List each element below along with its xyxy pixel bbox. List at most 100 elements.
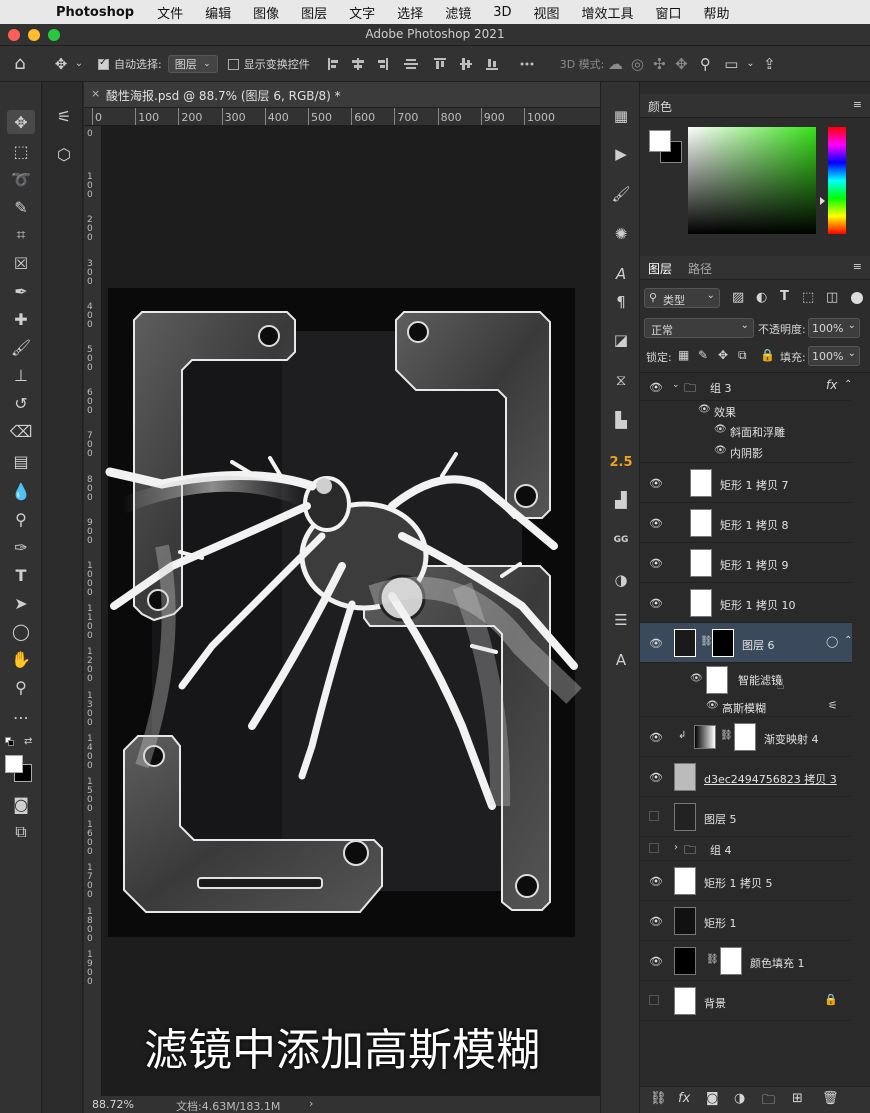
chevron-down-icon[interactable]: ⌄ bbox=[72, 58, 86, 69]
foreground-color-swatch[interactable] bbox=[5, 755, 23, 773]
visibility-eye-icon[interactable]: 👁 bbox=[649, 875, 663, 888]
visibility-off-box[interactable] bbox=[649, 843, 659, 853]
visibility-eye-icon[interactable]: 👁 bbox=[649, 597, 663, 610]
brush-tool-icon[interactable]: 🖌 bbox=[7, 335, 35, 359]
filter-blending-options-icon[interactable]: ⚟ bbox=[828, 699, 838, 712]
poster-artwork[interactable] bbox=[102, 126, 600, 1096]
gaussian-blur-row[interactable]: 👁 高斯模糊 ⚟ bbox=[640, 697, 852, 717]
3d-orbit-icon[interactable]: ☁ bbox=[604, 55, 626, 73]
panel-menu-icon[interactable]: ≡ bbox=[853, 98, 862, 111]
histogram-icon[interactable]: ▟ bbox=[609, 488, 633, 512]
visibility-eye-icon[interactable]: 👁 bbox=[714, 424, 728, 435]
foreground-swatch[interactable] bbox=[649, 130, 671, 152]
default-colors-icon[interactable] bbox=[5, 737, 15, 747]
eyedropper-tool-icon[interactable]: ✒ bbox=[7, 279, 35, 303]
lock-artboard-icon[interactable]: ⧉ bbox=[738, 348, 747, 363]
chevron-right-icon[interactable]: › bbox=[674, 842, 678, 853]
layer-filter-dropdown[interactable]: ⚲ 类型 ⌄ bbox=[644, 288, 720, 308]
3d-pan-icon[interactable]: ✣ bbox=[648, 55, 670, 73]
auto-select-checkbox[interactable] bbox=[98, 57, 114, 70]
add-style-icon[interactable]: fx bbox=[678, 1091, 690, 1106]
path-select-icon[interactable]: ➤ bbox=[7, 591, 35, 615]
link-layers-icon[interactable]: ⛓ bbox=[650, 1091, 667, 1106]
menu-help[interactable]: 帮助 bbox=[704, 3, 730, 22]
effects-row[interactable]: 👁 效果 bbox=[640, 401, 852, 421]
add-mask-icon[interactable]: ◙ bbox=[706, 1091, 719, 1106]
hand-tool-icon[interactable]: ✋ bbox=[7, 647, 35, 671]
menu-window[interactable]: 窗口 bbox=[656, 3, 682, 22]
layer-row[interactable]: 👁 矩形 1 拷贝 8 bbox=[640, 503, 852, 543]
layer-row[interactable]: 👁 d3ec2494756823 拷贝 3 bbox=[640, 757, 852, 797]
new-adjustment-icon[interactable]: ◑ bbox=[734, 1091, 745, 1106]
plugin-icon[interactable]: ▙ bbox=[609, 408, 633, 432]
move-tool-icon[interactable]: ✥ bbox=[7, 110, 35, 134]
filter-type-icon[interactable]: T bbox=[780, 289, 789, 304]
visibility-eye-icon[interactable]: 👁 bbox=[649, 517, 663, 530]
properties-sliders-icon[interactable]: ☰ bbox=[609, 608, 633, 632]
filter-adjustment-icon[interactable]: ◐ bbox=[756, 290, 767, 305]
pen-tool-icon[interactable]: ✑ bbox=[7, 535, 35, 559]
filter-toggle-icon[interactable] bbox=[851, 292, 863, 304]
home-icon[interactable]: ⌂ bbox=[0, 53, 40, 74]
lock-position-icon[interactable]: ✥ bbox=[718, 348, 728, 362]
close-tab-icon[interactable]: × bbox=[91, 87, 100, 100]
workspace-icon[interactable]: ▭ bbox=[718, 55, 744, 73]
lock-transparent-icon[interactable]: ▦ bbox=[678, 348, 689, 362]
libraries-icon[interactable]: ▦ bbox=[609, 104, 633, 128]
share-icon[interactable]: ⇪ bbox=[756, 55, 782, 73]
fx-badge[interactable]: fx bbox=[826, 378, 837, 392]
move-tool-icon[interactable]: ✥ bbox=[50, 55, 72, 73]
filter-shape-icon[interactable]: ⬚ bbox=[802, 290, 814, 305]
menu-filter[interactable]: 滤镜 bbox=[445, 3, 471, 22]
panel-menu-icon[interactable]: ≡ bbox=[853, 260, 862, 273]
layer-mask-thumbnail[interactable] bbox=[720, 947, 742, 975]
color-tab[interactable]: 颜色 bbox=[648, 98, 672, 115]
zoom-tool-icon[interactable]: ⚲ bbox=[7, 675, 35, 699]
search-icon[interactable]: ⚲ bbox=[692, 55, 718, 73]
menu-image[interactable]: 图像 bbox=[253, 3, 279, 22]
menu-type[interactable]: 文字 bbox=[349, 3, 375, 22]
visibility-off-box[interactable] bbox=[649, 995, 659, 1005]
healing-tool-icon[interactable]: ✚ bbox=[7, 307, 35, 331]
layers-tab[interactable]: 图层 bbox=[648, 260, 672, 277]
fill-field[interactable]: 100% ⌄ bbox=[808, 346, 860, 366]
layer-row[interactable]: 背景 🔒 bbox=[640, 981, 852, 1021]
chevron-up-icon[interactable]: ⌃ bbox=[844, 379, 852, 390]
visibility-eye-icon[interactable]: 👁 bbox=[714, 445, 728, 456]
brushes-icon[interactable]: ✺ bbox=[609, 222, 633, 246]
document-tab[interactable]: × 酸性海报.psd @ 88.7% (图层 6, RGB/8) * bbox=[84, 82, 600, 108]
frame-tool-icon[interactable]: ☒ bbox=[7, 251, 35, 275]
layer-row[interactable]: 👁 矩形 1 拷贝 5 bbox=[640, 861, 852, 901]
visibility-eye-icon[interactable]: 👁 bbox=[649, 637, 663, 650]
link-icon[interactable]: ⛓ bbox=[700, 636, 713, 647]
chevron-down-icon[interactable]: ⌄ bbox=[744, 58, 756, 69]
chevron-down-icon[interactable]: ⌄ bbox=[672, 380, 680, 390]
link-icon[interactable]: ⛓ bbox=[706, 954, 719, 965]
swap-colors-icon[interactable]: ⇄ bbox=[24, 736, 32, 747]
3d-roll-icon[interactable]: ◎ bbox=[626, 55, 648, 73]
link-icon[interactable]: ⛓ bbox=[720, 730, 733, 741]
layer-row-group4[interactable]: › 🗀 组 4 bbox=[640, 837, 852, 861]
align-distribute-icons[interactable] bbox=[324, 55, 554, 73]
menu-select[interactable]: 选择 bbox=[397, 3, 423, 22]
filter-mask-thumbnail[interactable] bbox=[706, 666, 728, 694]
layer-row-group3[interactable]: 👁 ⌄ 🗀 组 3 fx ⌃ bbox=[640, 373, 852, 401]
layer-row[interactable]: 👁 ↲ ⛓ 渐变映射 4 bbox=[640, 717, 852, 757]
plugin-gg-badge[interactable]: GG bbox=[609, 528, 633, 552]
visibility-eye-icon[interactable]: 👁 bbox=[649, 771, 663, 784]
layer-mask-thumbnail[interactable] bbox=[734, 723, 756, 751]
more-tools-icon[interactable]: ⋯ bbox=[7, 705, 35, 729]
layer-row[interactable]: 👁 矩形 1 拷贝 7 bbox=[640, 463, 852, 503]
visibility-eye-icon[interactable]: 👁 bbox=[649, 731, 663, 744]
play-actions-icon[interactable]: ▶ bbox=[609, 142, 633, 166]
visibility-eye-icon[interactable]: 👁 bbox=[649, 381, 663, 394]
type-tool-icon[interactable]: T bbox=[7, 563, 35, 587]
screen-mode-icon[interactable]: ⧉ bbox=[7, 820, 35, 844]
visibility-eye-icon[interactable]: 👁 bbox=[649, 915, 663, 928]
layer-row[interactable]: 👁 矩形 1 bbox=[640, 901, 852, 941]
filter-pixel-icon[interactable]: ▨ bbox=[732, 290, 744, 305]
marquee-tool-icon[interactable]: ⬚ bbox=[7, 139, 35, 163]
menu-3d[interactable]: 3D bbox=[493, 5, 511, 20]
delete-layer-icon[interactable]: 🗑 bbox=[822, 1091, 839, 1106]
menu-edit[interactable]: 编辑 bbox=[205, 3, 231, 22]
